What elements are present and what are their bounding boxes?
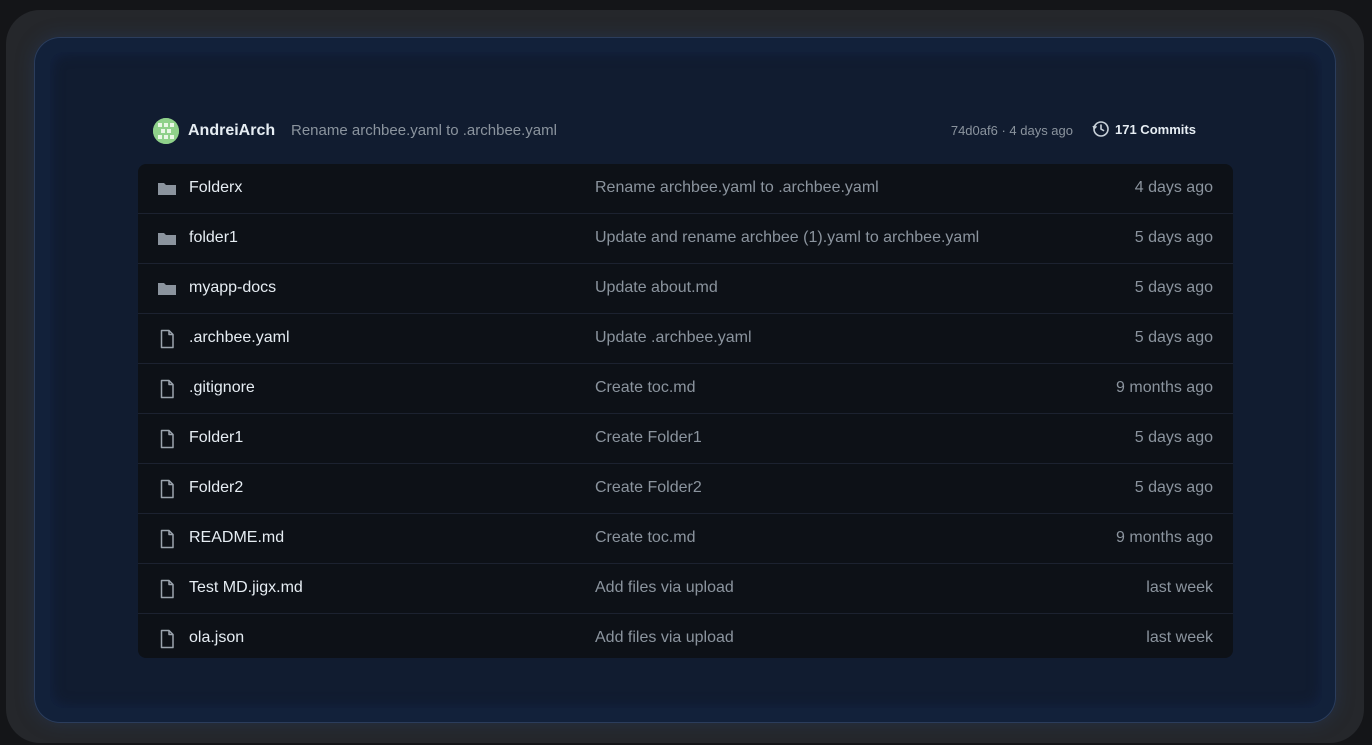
file-icon	[157, 529, 177, 549]
file-row[interactable]: ola.json Add files via upload last week	[138, 614, 1233, 658]
commit-author[interactable]: AndreiArch	[188, 122, 275, 140]
file-name-link[interactable]: .gitignore	[189, 379, 255, 397]
avatar[interactable]	[153, 118, 179, 144]
file-commit-date: last week	[1146, 629, 1213, 646]
file-commit-date: 5 days ago	[1134, 479, 1213, 496]
folder-icon	[157, 229, 177, 249]
file-commit-message-link[interactable]: Update .archbee.yaml	[595, 329, 752, 347]
file-icon	[157, 429, 177, 449]
file-commit-message-link[interactable]: Update about.md	[595, 279, 718, 297]
file-row[interactable]: folder1 Update and rename archbee (1).yam…	[138, 214, 1233, 264]
file-row[interactable]: README.md Create toc.md 9 months ago	[138, 514, 1233, 564]
file-commit-date: 9 months ago	[1116, 529, 1213, 546]
file-row[interactable]: Folder1 Create Folder1 5 days ago	[138, 414, 1233, 464]
file-name-link[interactable]: ola.json	[189, 629, 244, 647]
file-name-link[interactable]: Folder1	[189, 429, 243, 447]
latest-commit-message[interactable]: Rename archbee.yaml to .archbee.yaml	[291, 122, 557, 139]
file-commit-date: 5 days ago	[1134, 229, 1213, 246]
file-icon	[157, 579, 177, 599]
latest-commit-bar: AndreiArch Rename archbee.yaml to .archb…	[138, 103, 1233, 161]
file-commit-message-link[interactable]: Create Folder2	[595, 479, 702, 497]
commits-count-label: 171 Commits	[1115, 121, 1196, 137]
commit-hash-and-time[interactable]: 74d0af6 · 4 days ago	[951, 123, 1073, 138]
file-name-link[interactable]: README.md	[189, 529, 284, 547]
file-commit-message-link[interactable]: Update and rename archbee (1).yaml to ar…	[595, 229, 979, 247]
history-icon	[1092, 121, 1109, 137]
file-row[interactable]: myapp-docs Update about.md 5 days ago	[138, 264, 1233, 314]
file-name-link[interactable]: Folderx	[189, 179, 242, 197]
file-commit-date: 9 months ago	[1116, 379, 1213, 396]
repository-file-browser: AndreiArch Rename archbee.yaml to .archb…	[138, 103, 1233, 658]
file-commit-date: 5 days ago	[1134, 429, 1213, 446]
file-row[interactable]: Folder2 Create Folder2 5 days ago	[138, 464, 1233, 514]
file-commit-date: 5 days ago	[1134, 329, 1213, 346]
file-name-link[interactable]: Test MD.jigx.md	[189, 579, 303, 597]
file-row[interactable]: .archbee.yaml Update .archbee.yaml 5 days …	[138, 314, 1233, 364]
folder-icon	[157, 279, 177, 299]
file-commit-message-link[interactable]: Create Folder1	[595, 429, 702, 447]
commits-link[interactable]: 171 Commits	[1092, 120, 1196, 138]
file-commit-message-link[interactable]: Add files via upload	[595, 579, 734, 597]
file-commit-message-link[interactable]: Create toc.md	[595, 379, 695, 397]
file-name-link[interactable]: myapp-docs	[189, 279, 276, 297]
file-list: Folderx Rename archbee.yaml to .archbee.y…	[138, 164, 1233, 658]
file-commit-date: 5 days ago	[1134, 279, 1213, 296]
file-name-link[interactable]: folder1	[189, 229, 238, 247]
file-name-link[interactable]: .archbee.yaml	[189, 329, 290, 347]
file-row[interactable]: Test MD.jigx.md Add files via upload last …	[138, 564, 1233, 614]
file-icon	[157, 379, 177, 399]
folder-icon	[157, 179, 177, 199]
file-row[interactable]: .gitignore Create toc.md 9 months ago	[138, 364, 1233, 414]
file-icon	[157, 329, 177, 349]
file-icon	[157, 629, 177, 649]
file-commit-message-link[interactable]: Rename archbee.yaml to .archbee.yaml	[595, 179, 879, 197]
file-icon	[157, 479, 177, 499]
file-commit-date: last week	[1146, 579, 1213, 596]
file-commit-date: 4 days ago	[1134, 179, 1213, 196]
file-row[interactable]: Folderx Rename archbee.yaml to .archbee.y…	[138, 164, 1233, 214]
file-commit-message-link[interactable]: Add files via upload	[595, 629, 734, 647]
file-commit-message-link[interactable]: Create toc.md	[595, 529, 695, 547]
file-name-link[interactable]: Folder2	[189, 479, 243, 497]
